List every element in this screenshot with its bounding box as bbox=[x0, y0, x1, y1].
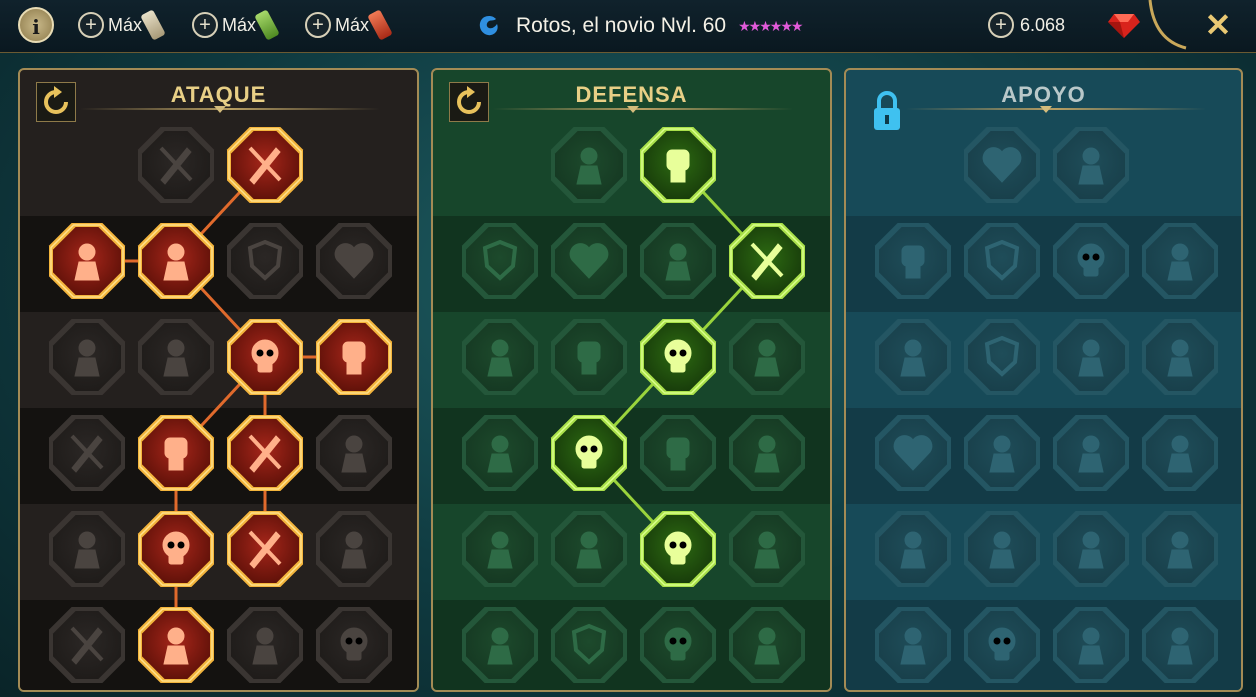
shield-break-icon[interactable] bbox=[226, 222, 304, 300]
axe-icon[interactable] bbox=[226, 414, 304, 492]
warrior-icon[interactable] bbox=[48, 318, 126, 396]
demon-lord-icon[interactable] bbox=[226, 606, 304, 684]
support-tree-panel: APOYO bbox=[844, 68, 1243, 692]
resource-scroll-1[interactable]: + Máx bbox=[78, 9, 166, 41]
skull-slash-icon[interactable] bbox=[226, 318, 304, 396]
brute-icon[interactable] bbox=[639, 222, 717, 300]
fist-sword-icon[interactable] bbox=[137, 414, 215, 492]
scroll-icon bbox=[140, 9, 166, 41]
compass-icon[interactable] bbox=[874, 510, 952, 588]
resource-label: Máx bbox=[335, 14, 370, 35]
heart-hand-icon[interactable] bbox=[550, 222, 628, 300]
swords-icon[interactable] bbox=[137, 126, 215, 204]
skull-crown-icon[interactable] bbox=[315, 606, 393, 684]
scroll-icon bbox=[367, 9, 393, 41]
info-button[interactable]: i bbox=[18, 7, 54, 43]
skull-aura-icon[interactable] bbox=[1052, 222, 1130, 300]
champion-title: Rotos, el novio Nvl. 60 bbox=[516, 14, 727, 37]
skull-icon[interactable] bbox=[963, 606, 1041, 684]
potion-icon[interactable] bbox=[874, 606, 952, 684]
warrior-icon[interactable] bbox=[461, 606, 539, 684]
attack-tree-panel: ATAQUE bbox=[18, 68, 419, 692]
hand-icon[interactable] bbox=[639, 414, 717, 492]
sword-ring-icon[interactable] bbox=[226, 510, 304, 588]
plus-icon[interactable]: + bbox=[988, 12, 1014, 38]
ruby-icon bbox=[1108, 14, 1140, 38]
boot-icon[interactable] bbox=[963, 510, 1041, 588]
heart-plus-icon[interactable] bbox=[963, 126, 1041, 204]
runner-icon[interactable] bbox=[461, 510, 539, 588]
spiral-icon[interactable] bbox=[1052, 126, 1130, 204]
heart-chain-icon[interactable] bbox=[874, 414, 952, 492]
skull-icon[interactable] bbox=[639, 606, 717, 684]
close-button[interactable]: ✕ bbox=[1200, 6, 1236, 44]
plus-icon[interactable]: + bbox=[192, 12, 218, 38]
gem-value: 6.068 bbox=[1020, 14, 1066, 35]
figure-icon[interactable] bbox=[461, 318, 539, 396]
knight-icon[interactable] bbox=[461, 414, 539, 492]
crossed-blades-icon[interactable] bbox=[728, 222, 806, 300]
heart-claw-icon[interactable] bbox=[315, 222, 393, 300]
fortress-icon[interactable] bbox=[1052, 606, 1130, 684]
triple-arrow-icon[interactable] bbox=[137, 222, 215, 300]
halo-icon[interactable] bbox=[728, 318, 806, 396]
drops-icon[interactable] bbox=[550, 510, 628, 588]
gem-counter[interactable]: + 6.068 bbox=[988, 10, 1142, 40]
hourglass-skull-icon[interactable] bbox=[550, 414, 628, 492]
resource-label: Máx bbox=[108, 14, 143, 35]
plus-icon[interactable]: + bbox=[78, 12, 104, 38]
fangs-icon[interactable] bbox=[137, 318, 215, 396]
fist-dagger-icon[interactable] bbox=[315, 318, 393, 396]
affinity-icon bbox=[479, 16, 498, 36]
fire-figure-icon[interactable] bbox=[1141, 318, 1219, 396]
muscle-icon[interactable] bbox=[728, 606, 806, 684]
dagger-strike-icon[interactable] bbox=[226, 126, 304, 204]
wall-icon[interactable] bbox=[550, 126, 628, 204]
dragon-icon[interactable] bbox=[728, 510, 806, 588]
heart-skull-icon[interactable] bbox=[639, 318, 717, 396]
brute-icon[interactable] bbox=[315, 510, 393, 588]
resource-scroll-3[interactable]: + Máx bbox=[305, 9, 393, 41]
shield-waves-icon[interactable] bbox=[963, 222, 1041, 300]
star-rating: ★★★★★★ bbox=[738, 17, 803, 34]
chevron-shield-icon[interactable] bbox=[461, 222, 539, 300]
skulls-icon[interactable] bbox=[137, 510, 215, 588]
plus-icon[interactable]: + bbox=[305, 12, 331, 38]
top-bar: i + Máx + Máx + Máx Rotos, el novio Nvl.… bbox=[0, 0, 1256, 53]
demon-icon[interactable] bbox=[48, 222, 126, 300]
healer-icon[interactable] bbox=[874, 318, 952, 396]
defense-tree-panel: DEFENSA bbox=[431, 68, 832, 692]
comet-icon[interactable] bbox=[963, 414, 1041, 492]
crack-icon[interactable] bbox=[1052, 318, 1130, 396]
champion-header: Rotos, el novio Nvl. 60 ★★★★★★ bbox=[476, 10, 803, 42]
shield-lightning-icon[interactable] bbox=[963, 318, 1041, 396]
eyes-icon[interactable] bbox=[1141, 414, 1219, 492]
chain-lightning-icon[interactable] bbox=[315, 414, 393, 492]
resource-label: Máx bbox=[222, 14, 257, 35]
bow-icon[interactable] bbox=[48, 510, 126, 588]
shield-hand-icon[interactable] bbox=[550, 318, 628, 396]
sword-sparkle-icon[interactable] bbox=[48, 606, 126, 684]
shield-icon[interactable] bbox=[550, 606, 628, 684]
book-icon[interactable] bbox=[1052, 414, 1130, 492]
fist-icon[interactable] bbox=[639, 126, 717, 204]
skull-burst-icon[interactable] bbox=[639, 510, 717, 588]
bull-icon[interactable] bbox=[728, 414, 806, 492]
eye-icon[interactable] bbox=[1052, 510, 1130, 588]
eagle-icon[interactable] bbox=[1141, 606, 1219, 684]
scroll-icon bbox=[254, 9, 280, 41]
corner-ornament-icon bbox=[1148, 0, 1187, 50]
resource-scroll-2[interactable]: + Máx bbox=[192, 9, 280, 41]
speed-boot-icon[interactable] bbox=[1141, 222, 1219, 300]
praying-hands-icon[interactable] bbox=[874, 222, 952, 300]
sword-swirl-icon[interactable] bbox=[48, 414, 126, 492]
helmet-fire-icon[interactable] bbox=[137, 606, 215, 684]
bones-icon[interactable] bbox=[1141, 510, 1219, 588]
